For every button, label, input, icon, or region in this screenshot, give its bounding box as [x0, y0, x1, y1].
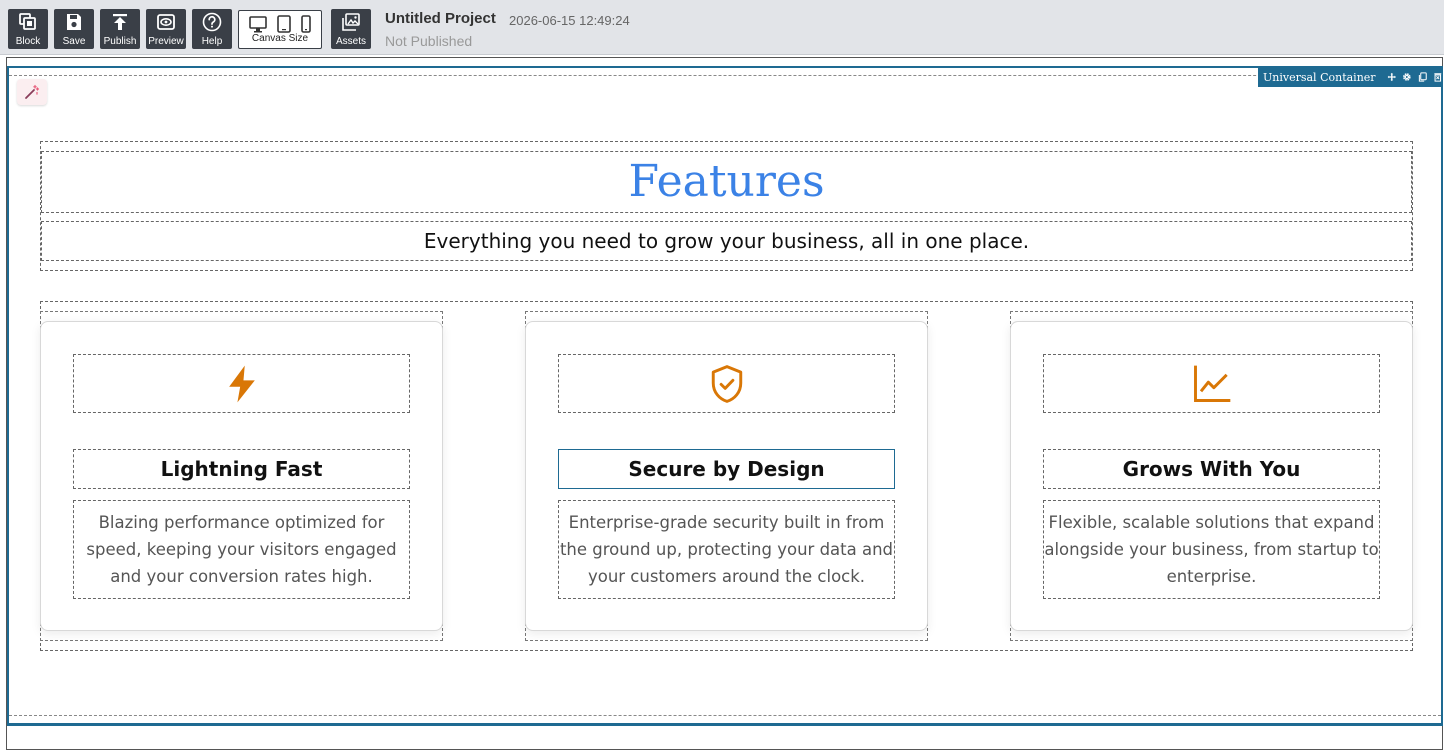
- assets-icon: [342, 13, 360, 31]
- feature-description: Blazing performance optimized for speed,…: [86, 513, 397, 586]
- feature-heading-block[interactable]: Secure by Design: [558, 449, 895, 489]
- save-button-label: Save: [62, 36, 86, 47]
- lightning-bolt-icon: [228, 365, 255, 402]
- feature-text-block[interactable]: Blazing performance optimized for speed,…: [73, 500, 410, 599]
- feature-card[interactable]: Grows With You Flexible, scalable soluti…: [1010, 321, 1413, 631]
- canvas-size-label: Canvas Size: [251, 33, 309, 44]
- feature-card[interactable]: Lightning Fast Blazing performance optim…: [40, 321, 443, 631]
- assets-button[interactable]: Assets: [331, 9, 371, 49]
- move-icon[interactable]: [1387, 70, 1397, 84]
- feature-heading: Grows With You: [1122, 457, 1301, 481]
- help-button[interactable]: Help: [192, 9, 232, 49]
- project-timestamp: 2026-06-15 12:49:24: [509, 13, 630, 28]
- feature-card[interactable]: Secure by Design Enterprise-grade securi…: [525, 321, 928, 631]
- feature-text-block[interactable]: Enterprise-grade security built in from …: [558, 500, 895, 599]
- editor-toolbar: Block Save Publish Preview Help Canvas S…: [0, 0, 1444, 55]
- block-button[interactable]: Block: [8, 9, 48, 49]
- publish-button[interactable]: Publish: [100, 9, 140, 49]
- shield-check-icon: [711, 364, 742, 403]
- save-icon: [67, 14, 81, 30]
- magic-wand-icon: [25, 84, 40, 99]
- preview-icon: [157, 14, 175, 30]
- publish-icon: [113, 14, 127, 30]
- feature-description: Enterprise-grade security built in from …: [559, 513, 894, 586]
- ai-magic-wand-button[interactable]: [17, 79, 47, 105]
- duplicate-icon[interactable]: [1418, 70, 1428, 84]
- assets-button-label: Assets: [335, 36, 366, 47]
- feature-heading: Secure by Design: [628, 457, 825, 481]
- preview-button[interactable]: Preview: [146, 9, 186, 49]
- project-title[interactable]: Untitled Project: [385, 10, 496, 27]
- preview-button-label: Preview: [148, 36, 184, 47]
- page-subtitle: Everything you need to grow your busines…: [423, 229, 1030, 253]
- delete-icon[interactable]: [1433, 70, 1443, 84]
- settings-gear-icon[interactable]: [1402, 70, 1412, 84]
- feature-heading-block[interactable]: Grows With You: [1043, 449, 1380, 489]
- publish-button-label: Publish: [103, 36, 137, 47]
- feature-icon-block[interactable]: [1043, 354, 1380, 413]
- help-icon: [202, 12, 222, 32]
- container-toolbar-badge: Universal Container: [1258, 67, 1443, 87]
- features-title-block[interactable]: Features: [41, 151, 1412, 213]
- help-button-label: Help: [201, 36, 223, 47]
- feature-text-block[interactable]: Flexible, scalable solutions that expand…: [1043, 500, 1380, 599]
- container-label: Universal Container: [1263, 70, 1376, 84]
- save-button[interactable]: Save: [54, 9, 94, 49]
- feature-description: Flexible, scalable solutions that expand…: [1044, 513, 1379, 586]
- feature-heading: Lightning Fast: [160, 457, 323, 481]
- page-title: Features: [628, 156, 825, 207]
- feature-heading-block[interactable]: Lightning Fast: [73, 449, 410, 489]
- line-chart-icon: [1193, 365, 1230, 402]
- block-button-label: Block: [15, 36, 41, 47]
- blocks-icon: [19, 13, 36, 30]
- feature-icon-block[interactable]: [73, 354, 410, 413]
- publish-status: Not Published: [385, 33, 473, 49]
- subtitle-block[interactable]: Everything you need to grow your busines…: [41, 221, 1412, 261]
- feature-icon-block[interactable]: [558, 354, 895, 413]
- canvas-size-selector: Canvas Size: [238, 10, 322, 49]
